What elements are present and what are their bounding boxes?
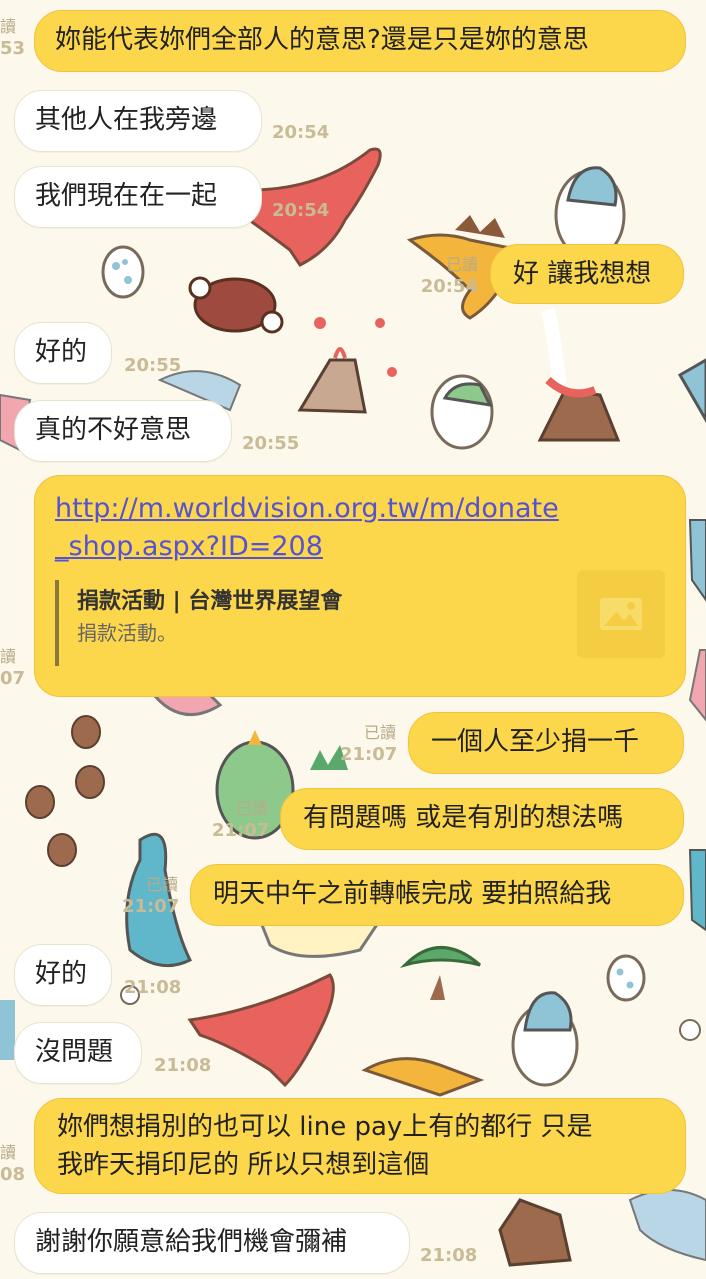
read-label: 已讀 (235, 799, 268, 818)
timestamp: 21:08 (124, 977, 182, 998)
plant-illustration (399, 946, 481, 1000)
read-label: 已讀 (145, 875, 178, 894)
image-placeholder-icon (577, 570, 665, 658)
dinosaur-red-illustration (187, 973, 335, 1088)
read-receipt: 讀 53 (0, 16, 26, 60)
egg-dinosaur-illustration (511, 991, 579, 1087)
egg-partial (679, 1019, 701, 1041)
incoming-message-bubble[interactable]: 謝謝你願意給我們機會彌補 (14, 1212, 410, 1274)
spotted-egg-illustration (101, 245, 145, 299)
blue-dinosaur-partial (688, 519, 706, 602)
timestamp: 07 (0, 668, 26, 689)
volcano-right-illustration (537, 308, 621, 442)
message-text: 有問題嗎 或是有別的想法嗎 (303, 803, 624, 833)
read-label: 已讀 (445, 255, 478, 274)
footprints-illustration (25, 715, 105, 867)
message-text: 沒問題 (35, 1037, 114, 1067)
read-receipt: 已讀 21:07 (340, 722, 398, 766)
message-text: 一個人至少捐一千 (431, 727, 640, 757)
timestamp: 20:55 (242, 433, 300, 454)
url-line: _shop.aspx?ID=208 (55, 531, 323, 562)
outgoing-message-bubble[interactable]: 一個人至少捐一千 (408, 712, 684, 774)
stegosaurus-illustration (361, 1057, 485, 1097)
read-receipt: 已讀 20:54 (418, 254, 478, 298)
link-preview-card[interactable]: 捐款活動 | 台灣世界展望會 捐款活動。 (55, 570, 665, 666)
incoming-message-bubble[interactable]: 其他人在我旁邊 (14, 90, 262, 152)
outgoing-message-bubble[interactable]: 妳能代表妳們全部人的意思?還是只是妳的意思 (34, 10, 686, 72)
timestamp: 20:54 (272, 122, 330, 143)
read-label: 讀 (0, 17, 17, 36)
read-receipt: 已讀 21:07 (122, 874, 180, 918)
blue-dinosaur-partial (628, 1189, 706, 1262)
message-text: 真的不好意思 (35, 415, 192, 445)
message-text: 其他人在我旁邊 (35, 105, 218, 135)
pink-dinosaur-partial (688, 649, 706, 722)
outgoing-message-bubble[interactable]: 明天中午之前轉帳完成 要拍照給我 (190, 864, 684, 926)
meat-illustration (188, 276, 284, 334)
timestamp: 53 (0, 38, 26, 59)
message-text: 好的 (35, 337, 88, 367)
timestamp: 21:07 (340, 744, 398, 765)
timestamp: 08 (0, 1164, 26, 1185)
incoming-message-bubble[interactable]: 好的 (14, 944, 112, 1006)
timestamp: 21:08 (154, 1055, 212, 1076)
read-label: 讀 (0, 1143, 17, 1162)
read-label: 讀 (0, 647, 17, 666)
message-text: 我昨天捐印尼的 所以只想到這個 (57, 1150, 430, 1180)
incoming-message-bubble[interactable]: 沒問題 (14, 1022, 142, 1084)
message-text: 好 讓我想想 (513, 259, 652, 289)
timestamp: 21:08 (420, 1245, 478, 1266)
message-text: 好的 (35, 959, 88, 989)
incoming-message-bubble[interactable]: 好的 (14, 322, 112, 384)
timestamp: 21:07 (212, 820, 270, 841)
egg-green-dinosaur-illustration (430, 374, 494, 450)
volcano-illustration (498, 1198, 572, 1267)
blue-dinosaur-partial (688, 849, 706, 932)
timestamp: 20:54 (420, 276, 478, 297)
timestamp: 20:55 (124, 355, 182, 376)
message-text: 妳能代表妳們全部人的意思?還是只是妳的意思 (55, 25, 589, 55)
read-receipt: 已讀 21:07 (212, 798, 270, 842)
message-text: 妳們想捐別的也可以 line pay上有的都行 只是 (57, 1112, 593, 1142)
read-receipt: 讀 07 (0, 646, 26, 690)
outgoing-message-bubble[interactable]: 有問題嗎 或是有別的想法嗎 (280, 788, 684, 850)
message-text: 謝謝你願意給我們機會彌補 (35, 1227, 348, 1257)
read-receipt: 讀 08 (0, 1142, 26, 1186)
link-preview-bubble[interactable]: http://m.worldvision.org.tw/m/donate _sh… (34, 475, 686, 697)
outgoing-message-bubble[interactable]: 好 讓我想想 (490, 244, 684, 304)
url-link[interactable]: http://m.worldvision.org.tw/m/donate _sh… (55, 490, 665, 566)
message-text: 我們現在在一起 (35, 181, 218, 211)
incoming-message-bubble[interactable]: 真的不好意思 (14, 400, 232, 462)
message-text: 明天中午之前轉帳完成 要拍照給我 (213, 879, 612, 909)
volcano-illustration (297, 317, 397, 414)
blue-dinosaur-partial (0, 1000, 15, 1060)
image-icon (600, 598, 642, 630)
timestamp: 21:07 (122, 896, 180, 917)
blue-dinosaur-partial (677, 358, 706, 423)
incoming-message-bubble[interactable]: 我們現在在一起 (14, 166, 262, 228)
timestamp: 20:54 (272, 200, 330, 221)
outgoing-message-bubble[interactable]: 妳們想捐別的也可以 line pay上有的都行 只是 我昨天捐印尼的 所以只想到… (34, 1098, 686, 1194)
url-line: http://m.worldvision.org.tw/m/donate (55, 493, 559, 524)
read-label: 已讀 (363, 723, 396, 742)
spotted-egg-illustration (606, 954, 646, 1002)
